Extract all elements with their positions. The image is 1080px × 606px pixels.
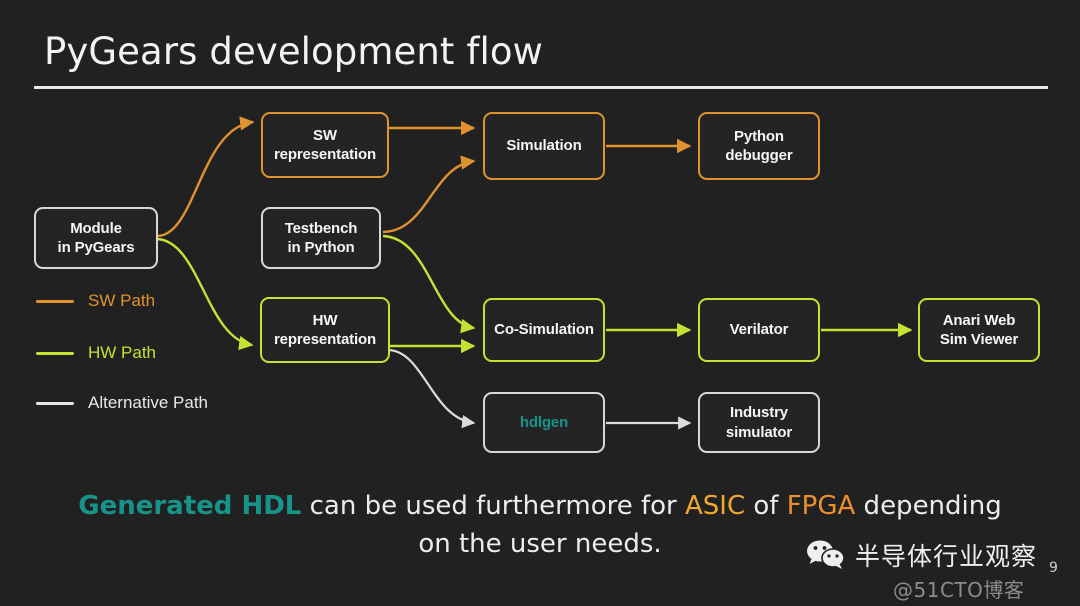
node-label: Testbench in Python xyxy=(284,219,358,256)
node-industry-simulator[interactable]: Industry simulator xyxy=(698,392,820,453)
legend-swatch-alternative-path xyxy=(36,401,74,405)
node-label: Verilator xyxy=(729,321,789,339)
legend-item-alternative-path: Alternative Path xyxy=(36,393,208,413)
edge-testbench-to-simulation xyxy=(382,155,476,234)
legend-item-sw-path: SW Path xyxy=(36,291,155,311)
node-co-simulation[interactable]: Co-Simulation xyxy=(483,298,605,362)
caption-text-2: of xyxy=(745,491,787,521)
watermark-brand: 半导体行业观察 xyxy=(855,542,1038,571)
node-hdlgen[interactable]: hdlgen xyxy=(483,392,605,453)
caption-asic: ASIC xyxy=(685,491,746,521)
legend-swatch-hw-path xyxy=(36,351,74,355)
slide-canvas: PyGears development flow Module in PyGea… xyxy=(0,0,1080,606)
node-verilator[interactable]: Verilator xyxy=(698,298,820,362)
node-module-in-pygears[interactable]: Module in PyGears xyxy=(34,207,158,269)
caption-fpga: FPGA xyxy=(786,491,856,521)
legend-swatch-sw-path xyxy=(36,299,74,303)
node-python-debugger[interactable]: Python debugger xyxy=(698,112,820,180)
edge-module-to-sw-representation xyxy=(156,116,255,238)
wechat-icon xyxy=(807,540,845,569)
node-label: hdlgen xyxy=(519,413,569,431)
legend-label-sw-path: SW Path xyxy=(88,291,156,310)
node-label: Co-Simulation xyxy=(494,321,594,339)
node-simulation[interactable]: Simulation xyxy=(483,112,605,180)
caption-text-1: can be used furthermore for xyxy=(301,491,685,521)
node-label: Python debugger xyxy=(725,127,793,164)
legend-item-hw-path: HW Path xyxy=(36,343,156,363)
node-hw-representation[interactable]: HW representation xyxy=(260,297,390,363)
node-label: Industry simulator xyxy=(725,404,793,441)
edge-testbench-to-co-simulation xyxy=(382,234,476,334)
node-label: Module in PyGears xyxy=(57,219,135,256)
legend-label-alternative-path: Alternative Path xyxy=(88,393,209,412)
edge-module-to-hw-representation xyxy=(156,237,254,351)
legend-label-hw-path: HW Path xyxy=(88,343,157,362)
node-testbench-in-python[interactable]: Testbench in Python xyxy=(261,207,381,269)
watermark: 半导体行业观察 xyxy=(806,537,1037,573)
node-label: Simulation xyxy=(506,137,582,155)
node-label: Anari Web Sim Viewer xyxy=(939,311,1019,348)
node-anari-web-sim-viewer[interactable]: Anari Web Sim Viewer xyxy=(918,298,1040,362)
caption-generated-hdl: Generated HDL xyxy=(78,491,302,521)
watermark-source: @51CTO博客 xyxy=(893,578,1025,602)
node-sw-representation[interactable]: SW representation xyxy=(261,112,389,178)
node-label: SW representation xyxy=(273,126,377,163)
page-number: 9 xyxy=(1049,560,1058,576)
node-label: HW representation xyxy=(273,311,377,348)
edge-hw-representation-to-hdlgen xyxy=(388,348,476,429)
